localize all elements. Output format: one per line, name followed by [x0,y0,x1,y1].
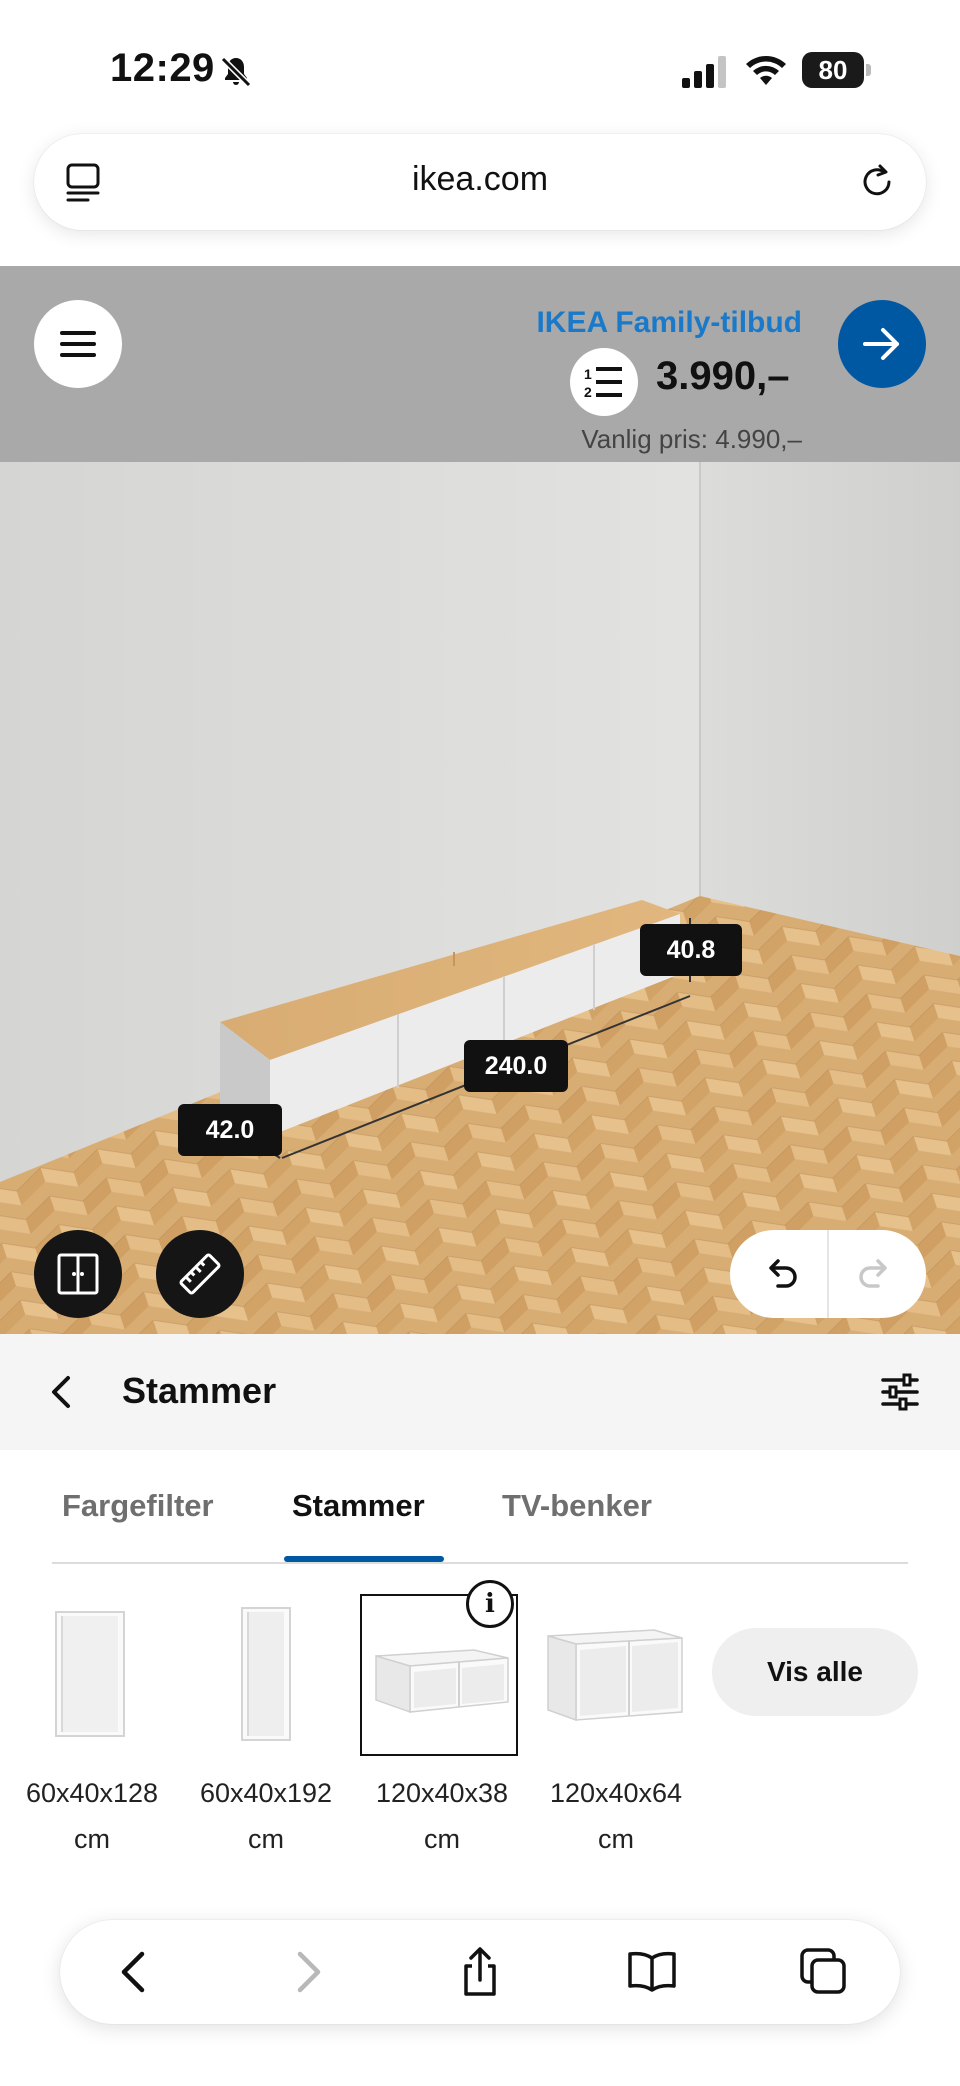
show-all-button[interactable]: Vis alle [712,1628,918,1716]
price-bar [0,266,960,462]
share-icon[interactable] [454,1946,506,1998]
back-icon[interactable] [108,1946,160,1998]
undo-redo-group [730,1230,926,1318]
bell-muted-icon [220,56,252,88]
wifi-icon [746,56,786,85]
product-thumbnail [55,1611,125,1737]
height-dimension-label: 40.8 [640,924,742,976]
url-text[interactable]: ikea.com [34,160,926,199]
numbered-list-icon: 1 2 [584,366,622,400]
status-time: 12:29 [110,46,215,90]
arrow-right-icon [863,328,899,360]
filter-sliders-icon[interactable] [880,1372,920,1412]
address-bar[interactable]: ikea.com [34,134,926,230]
panel-title: Stammer [122,1370,277,1411]
ruler-icon [179,1253,221,1295]
depth-dimension-label: 42.0 [178,1104,282,1156]
undo-icon[interactable] [760,1254,800,1294]
product-size-caption: 120x40x64 cm [549,1778,683,1854]
bookmarks-icon[interactable] [626,1946,678,1998]
svg-text:2: 2 [584,384,592,400]
panel-header: Stammer [0,1334,960,1450]
browser-toolbar [60,1920,900,2024]
tab-fargefilter[interactable]: Fargefilter [62,1488,214,1524]
battery-level: 80 [802,52,864,88]
regular-price: Vanlig pris: 4.990,– [581,424,802,454]
product-size-caption: 60x40x128 cm [25,1778,159,1854]
continue-button[interactable] [838,300,926,388]
reload-icon[interactable] [856,160,898,202]
hamburger-icon [60,331,96,357]
width-dimension-label: 240.0 [464,1040,568,1092]
measure-button[interactable] [156,1230,244,1318]
status-bar: 12:29 80 [0,0,960,130]
menu-button[interactable] [34,300,122,388]
product-thumbnail [547,1629,683,1722]
current-price: 3.990,– [656,354,790,398]
active-tab-indicator [284,1556,444,1562]
product-size-caption: 120x40x38 cm [375,1778,509,1854]
category-tabs: Fargefilter Stammer TV-benker [52,1450,908,1564]
chevron-left-icon[interactable] [44,1372,80,1412]
tabs-icon[interactable] [798,1946,850,1998]
cabinet-doors-icon [57,1253,99,1295]
svg-text:1: 1 [584,366,592,382]
family-offer-link[interactable]: IKEA Family-tilbud [536,306,802,340]
product-size-caption: 60x40x192 cm [199,1778,333,1854]
redo-icon[interactable] [856,1254,896,1294]
product-thumbnail [241,1607,291,1741]
cabinet-view-button[interactable] [34,1230,122,1318]
info-icon[interactable]: i [466,1580,514,1628]
forward-icon[interactable] [282,1946,334,1998]
product-list-button[interactable]: 1 2 [570,348,638,416]
signal-icon [682,56,726,88]
tab-tv-benker[interactable]: TV-benker [502,1488,652,1524]
tab-stammer[interactable]: Stammer [292,1488,425,1524]
battery-icon: 80 [802,52,871,88]
room-planner-viewer[interactable]: 40.8 240.0 42.0 [0,266,960,1334]
